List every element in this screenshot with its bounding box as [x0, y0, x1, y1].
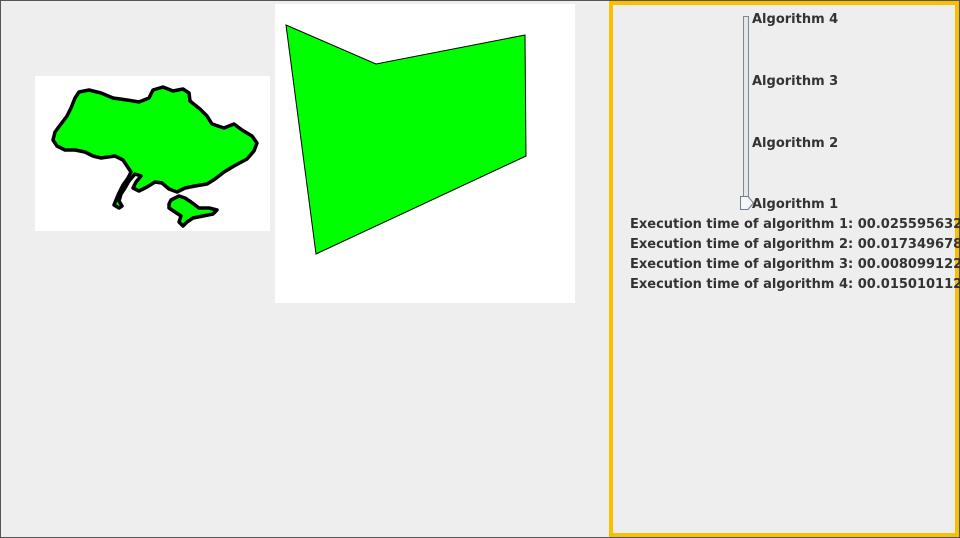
slider-label-algorithm-3[interactable]: Algorithm 3	[752, 74, 838, 90]
slider-label-algorithm-2[interactable]: Algorithm 2	[752, 136, 838, 152]
polygon-shape	[285, 24, 527, 255]
execution-time-value: 00.025595632	[857, 217, 960, 232]
ukraine-map-shape	[51, 85, 259, 228]
map-canvas	[35, 76, 270, 231]
algorithm-slider-track[interactable]	[743, 16, 749, 204]
execution-time-label: Execution time of algorithm 4:	[630, 277, 854, 292]
execution-time-algorithm-1: Execution time of algorithm 1: 00.025595…	[630, 216, 960, 234]
execution-time-label: Execution time of algorithm 3:	[630, 257, 854, 272]
execution-time-label: Execution time of algorithm 2:	[630, 237, 854, 252]
execution-time-label: Execution time of algorithm 1:	[630, 217, 854, 232]
polygon-canvas	[275, 4, 575, 303]
execution-time-algorithm-3: Execution time of algorithm 3: 00.008099…	[630, 256, 960, 274]
slider-label-algorithm-4[interactable]: Algorithm 4	[752, 12, 838, 28]
crimea	[167, 194, 219, 228]
green-quadrilateral	[285, 24, 527, 255]
ukraine-mainland	[51, 85, 259, 210]
execution-time-value: 00.008099122	[857, 257, 960, 272]
execution-time-algorithm-2: Execution time of algorithm 2: 00.017349…	[630, 236, 960, 254]
execution-time-value: 00.017349678	[857, 237, 960, 252]
execution-time-algorithm-4: Execution time of algorithm 4: 00.015010…	[630, 276, 960, 294]
control-panel: Algorithm 4 Algorithm 3 Algorithm 2 Algo…	[609, 1, 960, 537]
slider-label-algorithm-1[interactable]: Algorithm 1	[752, 197, 838, 213]
execution-time-value: 00.015010112	[857, 277, 960, 292]
